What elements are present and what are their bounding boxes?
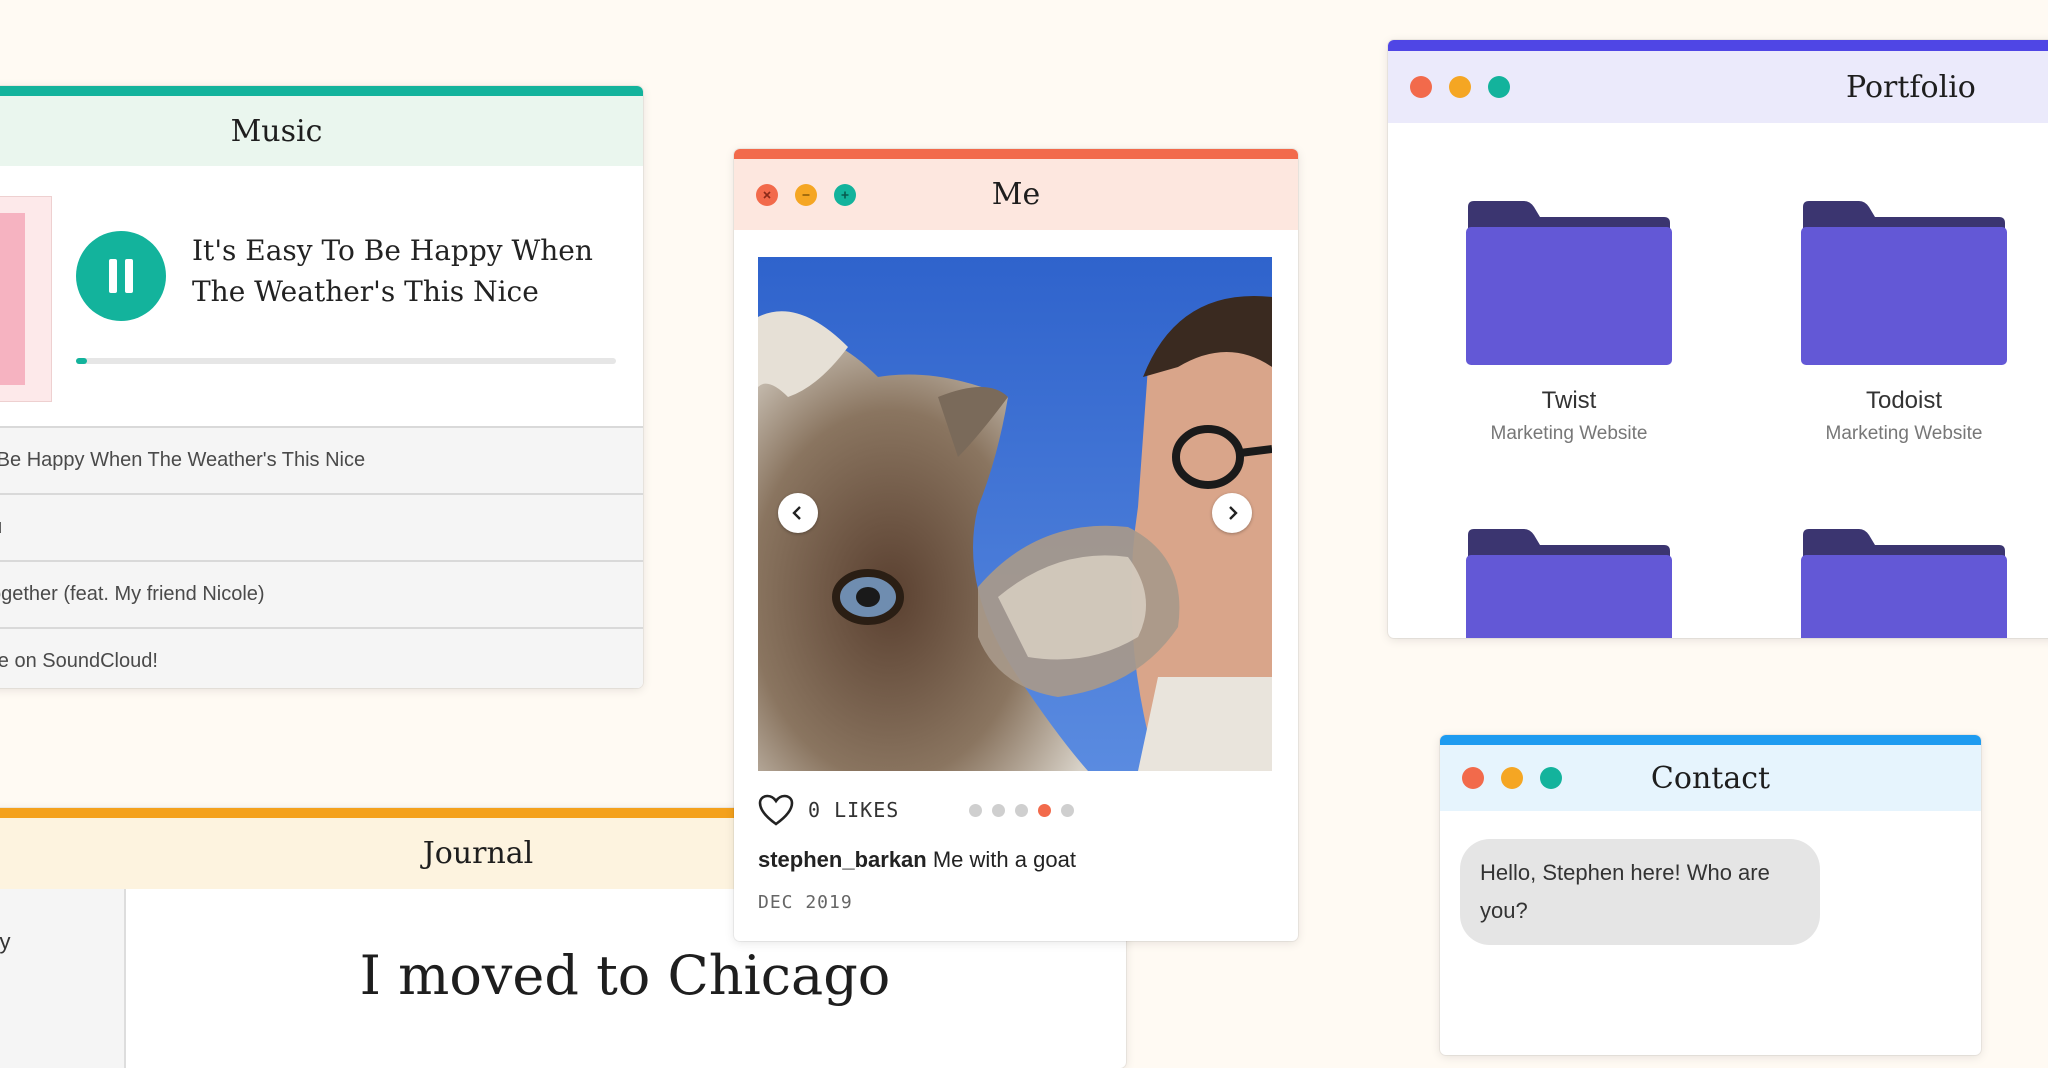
close-button[interactable] (756, 183, 778, 206)
track-label: ore on SoundCloud! (0, 650, 158, 672)
portfolio-folder[interactable] (1799, 529, 2009, 638)
chat-message-bubble: Hello, Stephen here! Who are you? (1460, 839, 1820, 945)
maximize-button[interactable] (1540, 767, 1562, 789)
minimize-button[interactable] (1501, 767, 1523, 789)
window-controls (1462, 767, 1562, 789)
carousel-prev-button[interactable] (778, 493, 818, 533)
now-playing-title: It's Easy To Be Happy When The Weather's… (192, 234, 593, 308)
pause-button[interactable] (76, 231, 166, 321)
me-window: Me 0 LIKES stephen_barkan Me with a goat… (734, 149, 1298, 941)
portfolio-titlebar[interactable]: Portfolio (1388, 51, 2048, 123)
track-label: Together (feat. My friend Nicole) (0, 583, 265, 605)
folder-subtitle: Marketing Website (1825, 423, 1983, 444)
portfolio-folder-twist[interactable]: Twist Marketing Website (1464, 201, 1674, 444)
folder-icon (1801, 529, 2007, 638)
window-controls (756, 183, 856, 206)
chevron-right-icon (1229, 506, 1238, 520)
photo-carousel (758, 257, 1272, 771)
music-window-title: Music (230, 113, 323, 149)
album-art (0, 196, 52, 402)
track-list: o Be Happy When The Weather's This Nice … (0, 426, 643, 688)
contact-window-title: Contact (1650, 760, 1771, 796)
music-window: Music It's Easy To Be Happy When The Wea… (0, 86, 643, 688)
track-label: ou (0, 516, 2, 539)
portfolio-folder-todoist[interactable]: Todoist Marketing Website (1799, 201, 2009, 444)
window-controls (1410, 76, 1510, 98)
minimize-button[interactable] (1449, 76, 1471, 98)
folder-icon (1466, 529, 1672, 638)
folder-icon (1466, 201, 1672, 365)
goat-selfie-photo (758, 257, 1272, 771)
progress-bar[interactable] (76, 358, 616, 364)
carousel-next-button[interactable] (1212, 493, 1252, 533)
heart-icon[interactable] (758, 794, 794, 826)
carousel-dot[interactable] (1061, 803, 1075, 817)
carousel-pager (969, 803, 1075, 817)
close-button[interactable] (1410, 76, 1432, 98)
contact-titlebar[interactable]: Contact (1440, 745, 1981, 811)
pause-icon (109, 259, 133, 293)
photo-date: DEC 2019 (758, 892, 853, 913)
portfolio-accent-bar (1388, 40, 2048, 51)
track-label: o Be Happy When The Weather's This Nice (0, 449, 366, 471)
portfolio-window: Portfolio Twist Marketing Website Todois… (1388, 40, 2048, 638)
maximize-icon (841, 191, 849, 198)
soundcloud-link[interactable]: ore on SoundCloud! (0, 627, 643, 688)
portfolio-window-title: Portfolio (1846, 69, 1976, 105)
photo-caption: stephen_barkan Me with a goat (758, 847, 1076, 873)
track-item[interactable]: ou (0, 493, 643, 560)
journal-entry-title: I moved to Chicago (359, 944, 891, 1007)
journal-sidebar-label: ory (0, 929, 11, 954)
minimize-icon (802, 193, 810, 196)
journal-sidebar-item[interactable]: ory (0, 929, 11, 955)
track-item[interactable]: o Be Happy When The Weather's This Nice (0, 426, 643, 493)
likes-count: 0 LIKES (808, 798, 900, 822)
folder-subtitle: Marketing Website (1490, 423, 1648, 444)
maximize-button[interactable] (834, 183, 856, 206)
album-art-image (0, 213, 25, 385)
folder-icon (1801, 201, 2007, 365)
photo-actions: 0 LIKES (758, 793, 1272, 827)
music-titlebar[interactable]: Music (0, 96, 643, 166)
progress-bar-fill (76, 358, 87, 364)
carousel-dot[interactable] (969, 803, 983, 817)
close-button[interactable] (1462, 767, 1484, 789)
folder-name: Twist (1541, 387, 1597, 414)
music-accent-bar (0, 86, 643, 96)
chevron-left-icon (792, 506, 801, 520)
carousel-dot-active[interactable] (1038, 803, 1052, 817)
close-icon (763, 190, 771, 199)
maximize-button[interactable] (1488, 76, 1510, 98)
journal-window-title: Journal (422, 836, 534, 871)
contact-accent-bar (1440, 735, 1981, 745)
contact-window: Contact Hello, Stephen here! Who are you… (1440, 735, 1981, 1055)
carousel-dot[interactable] (1015, 803, 1029, 817)
portfolio-folder[interactable] (1464, 529, 1674, 638)
journal-sidebar: ory (0, 889, 126, 1068)
carousel-dot[interactable] (992, 803, 1006, 817)
me-titlebar[interactable]: Me (734, 159, 1298, 230)
minimize-button[interactable] (795, 183, 817, 206)
track-item[interactable]: Together (feat. My friend Nicole) (0, 560, 643, 627)
caption-username[interactable]: stephen_barkan (758, 847, 927, 872)
me-window-title: Me (991, 177, 1041, 212)
caption-text: Me with a goat (932, 847, 1076, 872)
me-accent-bar (734, 149, 1298, 159)
folder-name: Todoist (1865, 387, 1943, 414)
